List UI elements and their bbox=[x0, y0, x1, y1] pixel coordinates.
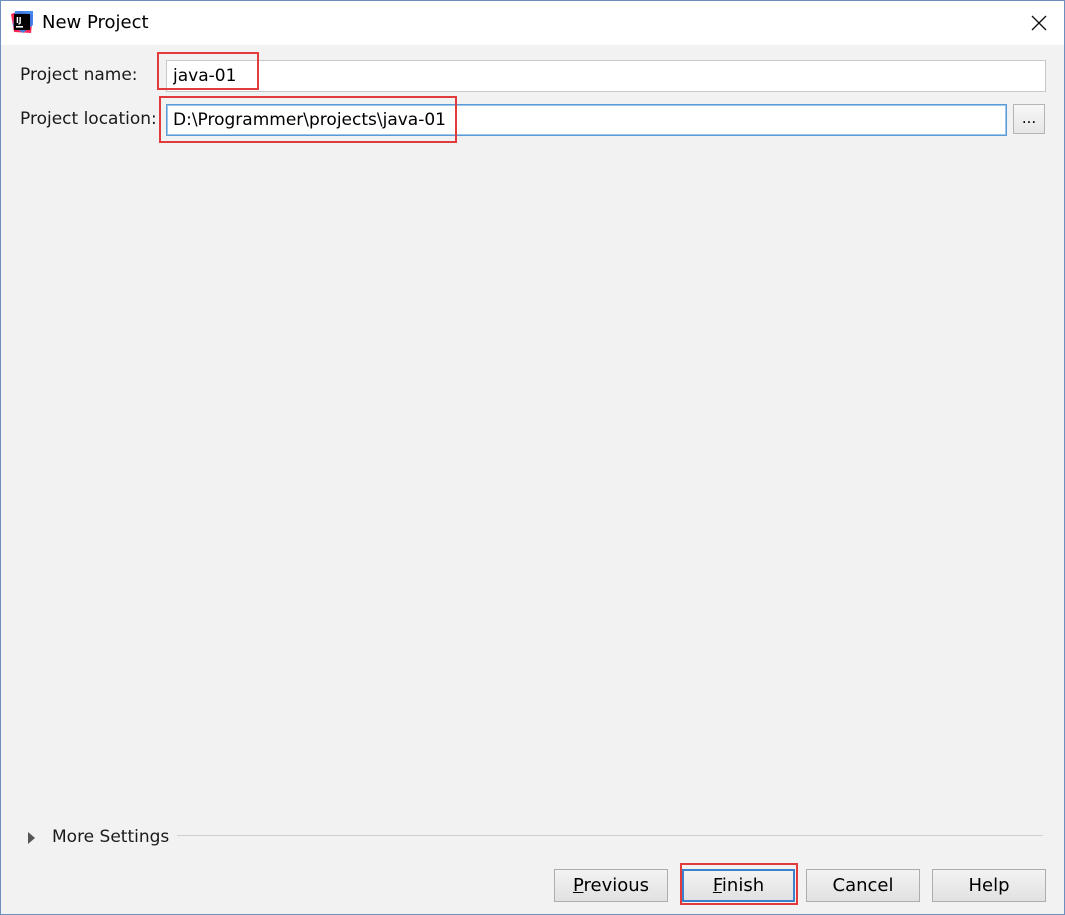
app-icon-text: IJ bbox=[16, 16, 22, 25]
finish-label-rest: inish bbox=[721, 875, 765, 896]
previous-mnemonic: P bbox=[572, 875, 584, 896]
finish-mnemonic: F bbox=[712, 875, 722, 896]
project-name-label: Project name: bbox=[20, 65, 138, 85]
previous-button[interactable]: Previous bbox=[554, 869, 668, 902]
window-title: New Project bbox=[42, 12, 149, 33]
help-button[interactable]: Help bbox=[932, 869, 1046, 902]
close-button[interactable] bbox=[1024, 9, 1054, 37]
new-project-dialog: IJ New Project Project name: Project loc… bbox=[0, 0, 1065, 915]
project-location-label: Project location: bbox=[20, 109, 157, 129]
cancel-button[interactable]: Cancel bbox=[806, 869, 920, 902]
close-icon bbox=[1031, 15, 1047, 31]
title-bar: IJ New Project bbox=[1, 1, 1064, 45]
project-location-input[interactable] bbox=[166, 104, 1007, 136]
intellij-app-icon: IJ bbox=[11, 11, 33, 33]
browse-location-button[interactable]: ... bbox=[1013, 104, 1045, 134]
expand-arrow-icon bbox=[28, 832, 35, 844]
more-settings-separator bbox=[177, 835, 1043, 836]
more-settings-label: More Settings bbox=[52, 827, 170, 847]
finish-button[interactable]: Finish bbox=[682, 869, 795, 902]
previous-label-rest: revious bbox=[583, 875, 650, 896]
project-name-input[interactable] bbox=[166, 60, 1046, 92]
